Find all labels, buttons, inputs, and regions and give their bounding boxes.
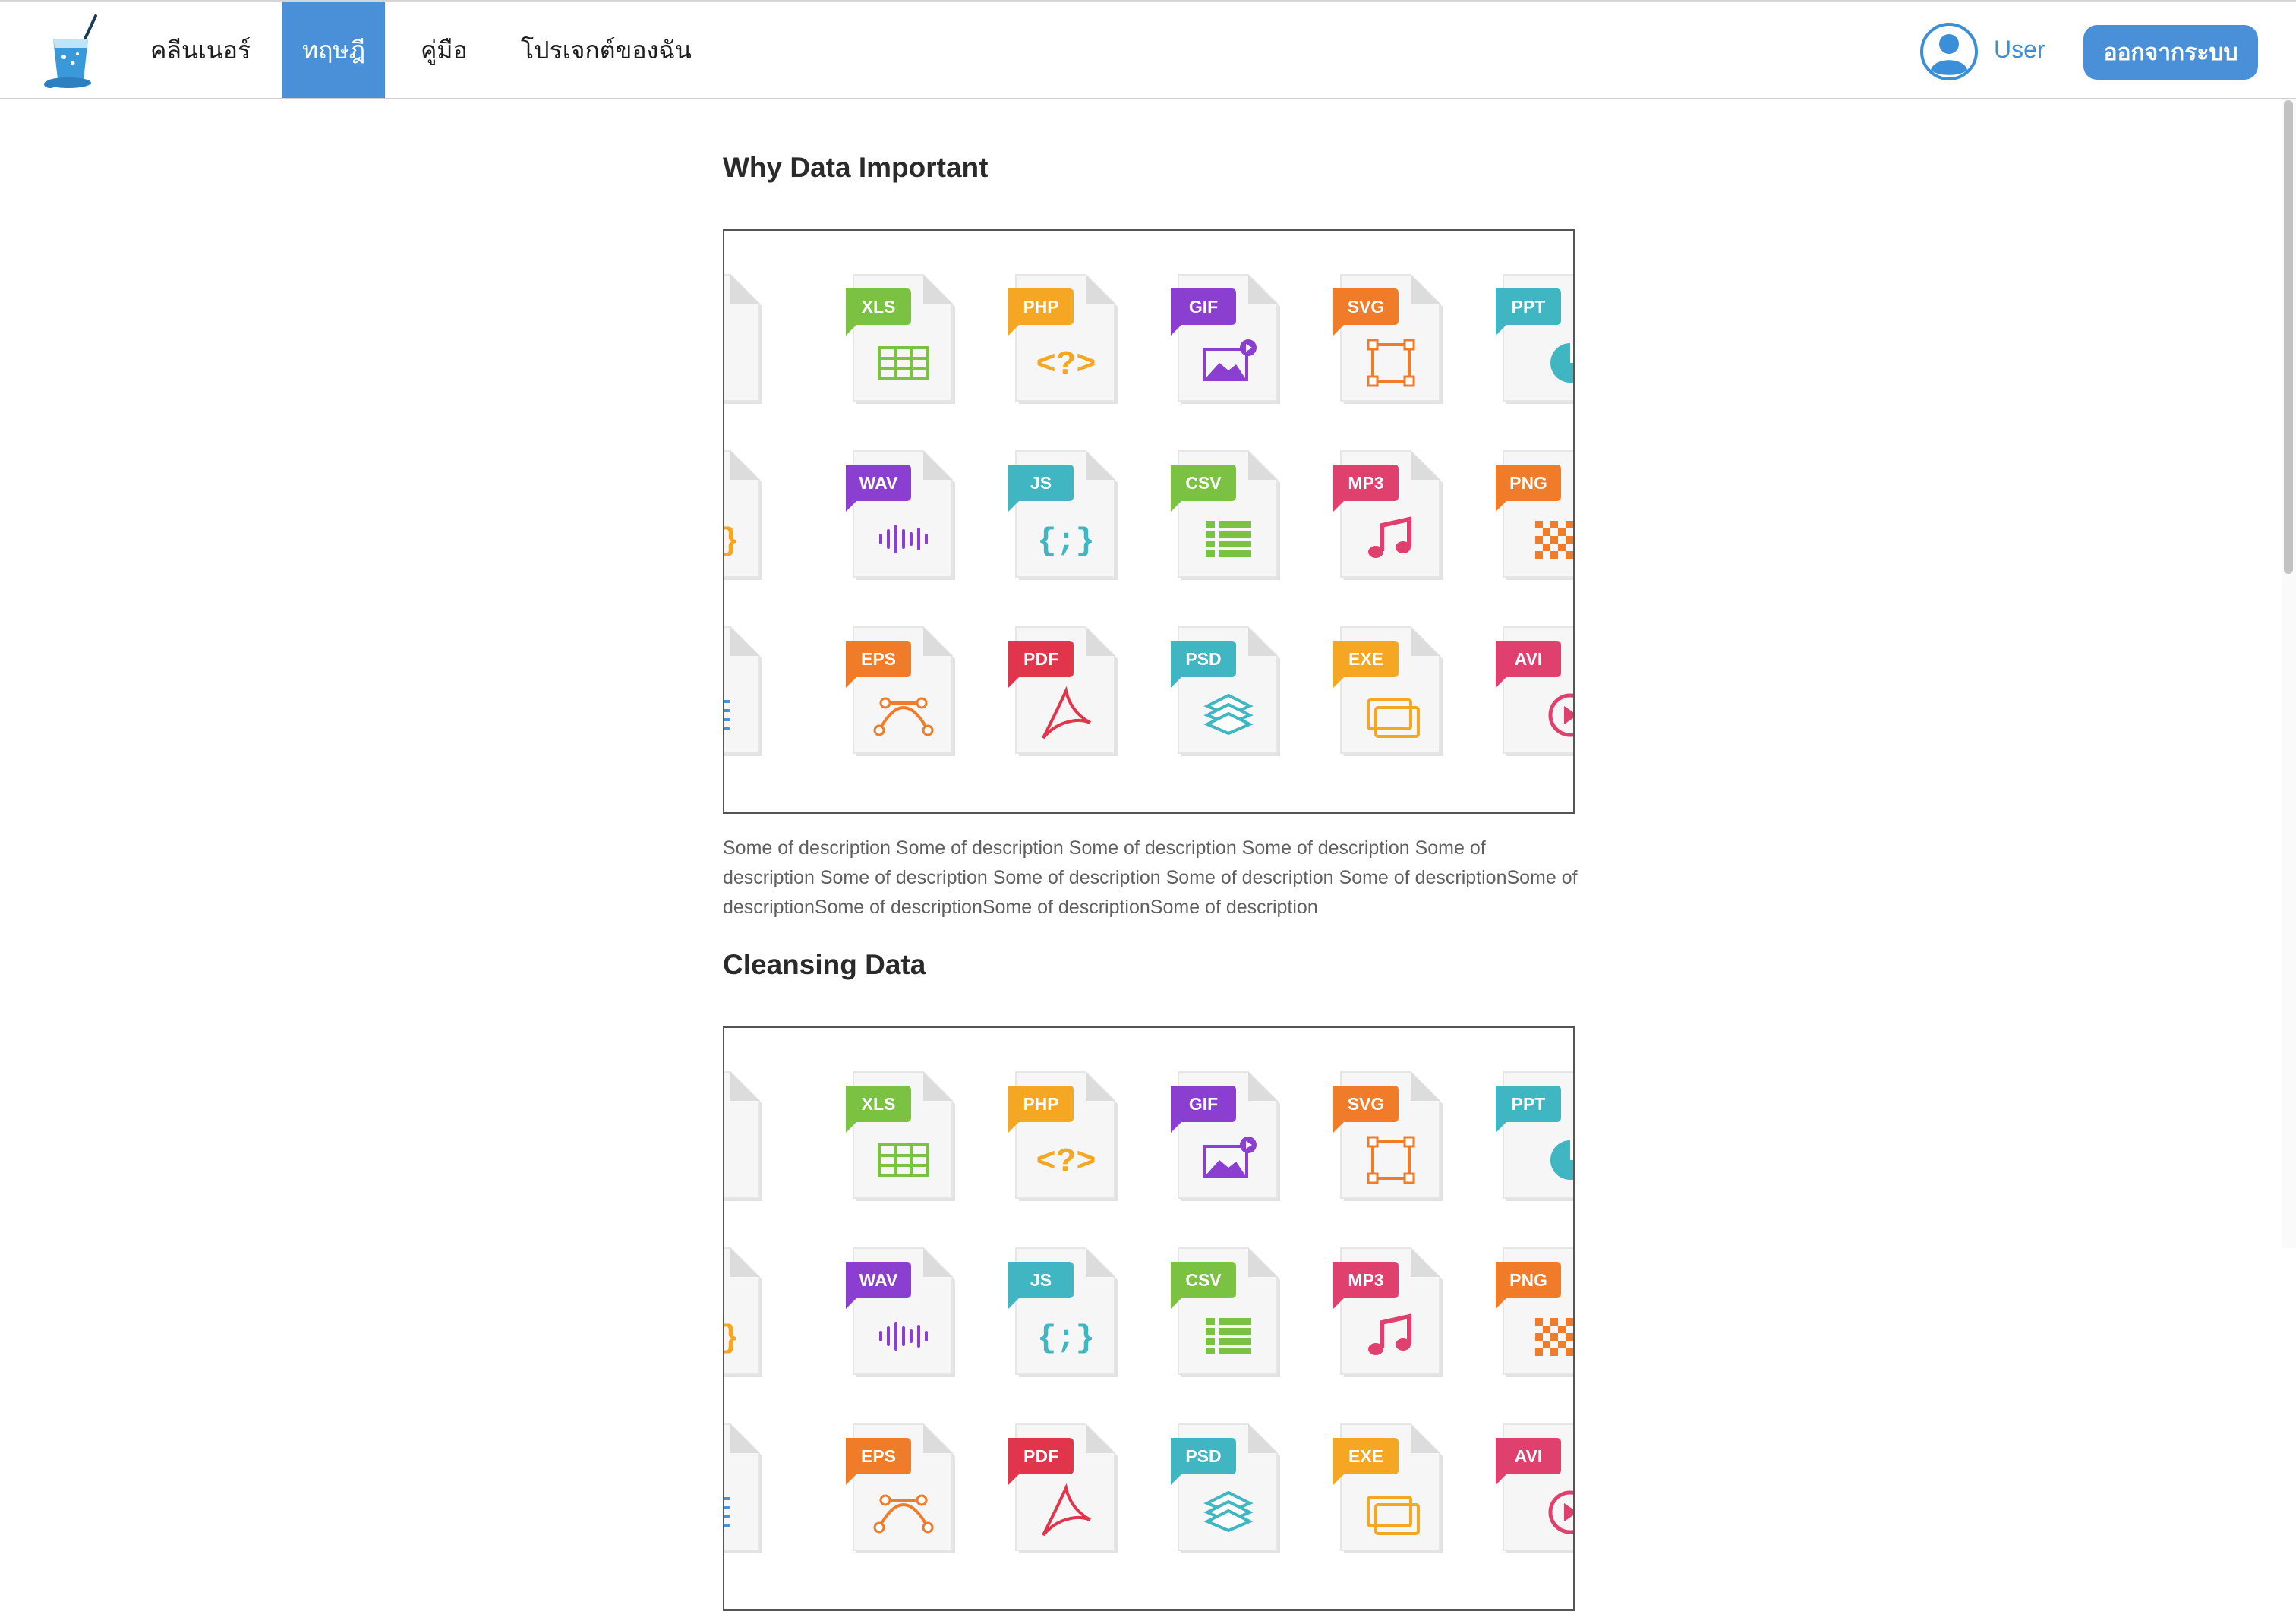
file-types-image: PXLSPHP<?>GIFSVGPPTS{…}WAVJS{;}CSVMP3PNG…	[723, 229, 1575, 814]
file-type-icon: CSV	[1171, 450, 1280, 580]
svg-text:PNG: PNG	[1509, 473, 1547, 493]
section-title-why-data: Why Data Important	[723, 152, 989, 183]
file-type-icon: PPT	[1496, 274, 1573, 404]
file-type-icon: JS {;}	[1008, 450, 1118, 580]
svg-text:CSV: CSV	[1185, 1270, 1222, 1290]
file-type-icon: MP3	[1333, 1247, 1443, 1377]
svg-text:EXE: EXE	[1348, 1446, 1383, 1466]
scrollbar-thumb[interactable]	[2284, 100, 2293, 574]
svg-text:EXE: EXE	[1348, 649, 1383, 669]
file-type-icon: SVG	[1333, 1071, 1443, 1201]
file-type-icon: PHP <?>	[1008, 274, 1118, 404]
svg-text:MP3: MP3	[1348, 1270, 1383, 1290]
svg-text:EPS: EPS	[861, 649, 896, 669]
nav-item-my-projects[interactable]: โปรเจกต์ของฉัน	[501, 2, 711, 98]
file-type-icon: WAV	[846, 1247, 955, 1377]
svg-text:PDF: PDF	[1023, 1446, 1058, 1466]
file-type-icon: PNG	[1496, 1247, 1573, 1377]
nav-item-cleaner[interactable]: คลีนเนอร์	[131, 2, 270, 98]
file-type-icon: AVI	[1496, 626, 1573, 756]
file-type-icon: PDF	[1008, 626, 1118, 756]
svg-text:{;}: {;}	[1037, 1320, 1095, 1357]
svg-text:WAV: WAV	[859, 1270, 898, 1290]
svg-text:SVG: SVG	[1348, 1094, 1385, 1114]
svg-text:AVI: AVI	[1515, 649, 1543, 669]
svg-text:WAV: WAV	[859, 473, 898, 493]
svg-text:EPS: EPS	[861, 1446, 896, 1466]
file-type-icon: EXE	[1333, 1423, 1443, 1553]
svg-text:PPT: PPT	[1512, 297, 1546, 317]
svg-text:MP3: MP3	[1348, 473, 1383, 493]
svg-text:<?>: <?>	[1036, 346, 1096, 384]
file-types-illustration: PXLSPHP<?>GIFSVGPPTS{…}WAVJS{;}CSVMP3PNG…	[724, 1028, 1573, 1609]
svg-text:GIF: GIF	[1189, 1094, 1218, 1114]
logout-button[interactable]: ออกจากระบบ	[2083, 25, 2258, 80]
nav-item-manual[interactable]: คู่มือ	[401, 2, 487, 98]
file-type-icon: AVI	[1496, 1423, 1573, 1553]
user-avatar-icon[interactable]	[1919, 22, 1979, 81]
file-type-icon: MP3	[1333, 450, 1443, 580]
file-type-icon: PHP <?>	[1008, 1071, 1118, 1201]
file-type-icon: EPS	[846, 1423, 955, 1553]
cleaner-logo-icon[interactable]	[43, 13, 106, 89]
file-type-icon: PSD	[1171, 1423, 1280, 1553]
user-label[interactable]: User	[1994, 36, 2045, 64]
file-type-icon: XLS	[846, 274, 955, 404]
navbar: คลีนเนอร์ ทฤษฎี คู่มือ โปรเจกต์ของฉัน Us…	[0, 2, 2296, 99]
file-type-icon: PDF	[1008, 1423, 1118, 1553]
svg-text:GIF: GIF	[1189, 297, 1218, 317]
svg-text:PHP: PHP	[1023, 297, 1058, 317]
file-type-icon: GIF	[1171, 274, 1280, 404]
svg-text:PNG: PNG	[1509, 1270, 1547, 1290]
file-type-icon: CSV	[1171, 1247, 1280, 1377]
svg-text:PSD: PSD	[1185, 1446, 1221, 1466]
file-type-icon: WAV	[846, 450, 955, 580]
svg-text:XLS: XLS	[862, 1094, 896, 1114]
svg-text:{…}: {…}	[724, 1320, 740, 1357]
svg-text:CSV: CSV	[1185, 473, 1222, 493]
section-title-cleansing-data: Cleansing Data	[723, 949, 926, 980]
svg-text:PDF: PDF	[1023, 649, 1058, 669]
file-type-icon: GIF	[1171, 1071, 1280, 1201]
section-description: Some of description Some of description …	[723, 837, 1578, 918]
svg-text:AVI: AVI	[1515, 1446, 1543, 1466]
svg-text:PSD: PSD	[1185, 649, 1221, 669]
file-type-icon: EXE	[1333, 626, 1443, 756]
nav-item-theory[interactable]: ทฤษฎี	[282, 2, 386, 98]
svg-text:{;}: {;}	[1037, 523, 1095, 560]
svg-text:{…}: {…}	[724, 523, 740, 560]
svg-text:XLS: XLS	[862, 297, 896, 317]
svg-text:PHP: PHP	[1023, 1094, 1058, 1114]
file-type-icon: PSD	[1171, 626, 1280, 756]
file-type-icon: PNG	[1496, 450, 1573, 580]
file-types-illustration: PXLSPHP<?>GIFSVGPPTS{…}WAVJS{;}CSVMP3PNG…	[724, 231, 1573, 812]
svg-text:JS: JS	[1030, 473, 1052, 493]
svg-text:<?>: <?>	[1036, 1143, 1096, 1181]
svg-text:PPT: PPT	[1512, 1094, 1546, 1114]
svg-text:JS: JS	[1030, 1270, 1052, 1290]
file-type-icon: SVG	[1333, 274, 1443, 404]
file-type-icon: XLS	[846, 1071, 955, 1201]
svg-text:SVG: SVG	[1348, 297, 1385, 317]
file-type-icon: PPT	[1496, 1071, 1573, 1201]
file-types-image-2: PXLSPHP<?>GIFSVGPPTS{…}WAVJS{;}CSVMP3PNG…	[723, 1026, 1575, 1611]
file-type-icon: EPS	[846, 626, 955, 756]
file-type-icon: JS {;}	[1008, 1247, 1118, 1377]
